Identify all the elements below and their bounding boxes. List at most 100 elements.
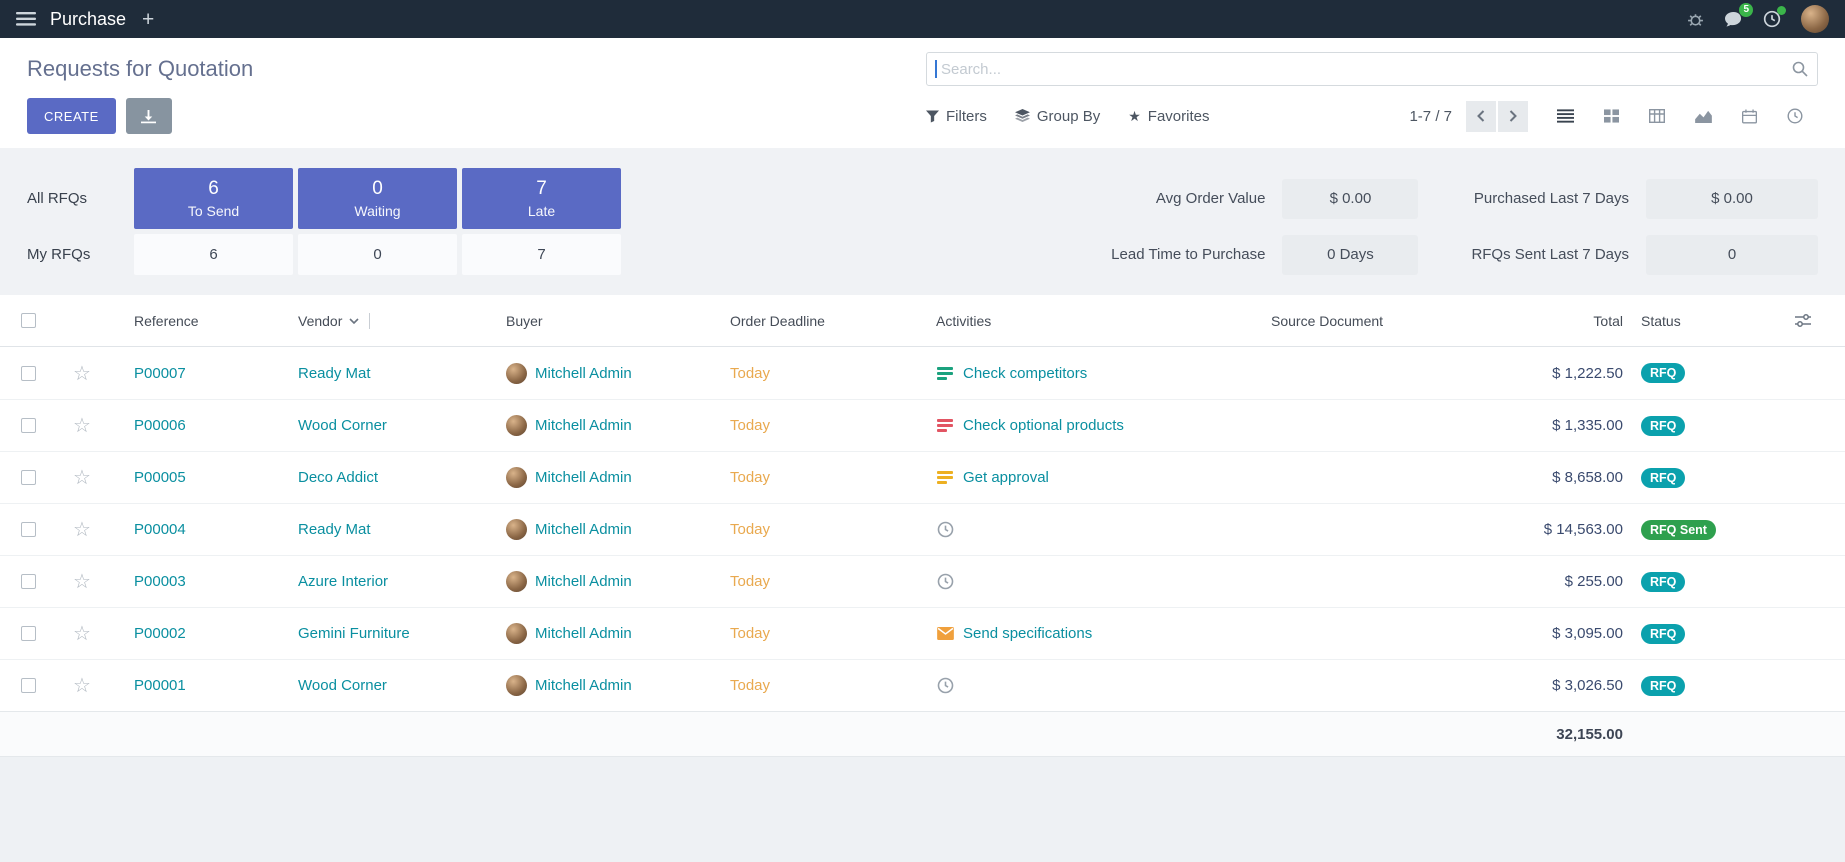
rfq-reference-link[interactable]: P00007	[134, 365, 186, 382]
pager-previous-button[interactable]	[1466, 101, 1496, 132]
export-button[interactable]	[126, 98, 172, 134]
activity-summary[interactable]: Check competitors	[963, 365, 1087, 382]
column-resize-handle[interactable]	[369, 313, 370, 329]
activity-summary[interactable]: Check optional products	[963, 417, 1124, 434]
column-header-reference[interactable]: Reference	[108, 313, 258, 329]
rfq-reference-link[interactable]: P00003	[134, 573, 186, 590]
column-header-source-document[interactable]: Source Document	[1263, 313, 1513, 329]
activity-type-icon[interactable]	[936, 419, 954, 432]
column-header-vendor[interactable]: Vendor	[258, 313, 468, 329]
activity-view-icon[interactable]	[1772, 100, 1818, 132]
pivot-view-icon[interactable]	[1634, 100, 1680, 132]
buyer-link[interactable]: Mitchell Admin	[535, 417, 632, 434]
graph-view-icon[interactable]	[1680, 100, 1726, 132]
buyer-link[interactable]: Mitchell Admin	[535, 573, 632, 590]
buyer-link[interactable]: Mitchell Admin	[535, 625, 632, 642]
buyer-link[interactable]: Mitchell Admin	[535, 469, 632, 486]
favorite-star-icon[interactable]: ☆	[73, 361, 91, 386]
favorite-star-icon[interactable]: ☆	[73, 569, 91, 594]
column-header-activities[interactable]: Activities	[903, 313, 1263, 329]
rfq-reference-link[interactable]: P00006	[134, 417, 186, 434]
optional-columns-icon[interactable]	[1753, 314, 1845, 327]
list-view-icon[interactable]	[1542, 100, 1588, 132]
row-checkbox[interactable]	[21, 522, 36, 537]
kpi-late-count: 7	[536, 178, 547, 200]
pager-next-button[interactable]	[1498, 101, 1528, 132]
rfq-reference-link[interactable]: P00004	[134, 521, 186, 538]
rfq-row[interactable]: ☆ P00003 Azure Interior Mitchell Admin T…	[0, 555, 1845, 607]
vendor-link[interactable]: Deco Addict	[298, 469, 378, 486]
pager: 1-7 / 7	[1409, 101, 1528, 132]
buyer-link[interactable]: Mitchell Admin	[535, 677, 632, 694]
select-all-checkbox[interactable]	[21, 313, 36, 328]
kanban-view-icon[interactable]	[1588, 100, 1634, 132]
row-checkbox[interactable]	[21, 470, 36, 485]
favorite-star-icon[interactable]: ☆	[73, 465, 91, 490]
vendor-link[interactable]: Wood Corner	[298, 417, 387, 434]
favorite-star-icon[interactable]: ☆	[73, 621, 91, 646]
calendar-view-icon[interactable]	[1726, 100, 1772, 132]
column-header-buyer[interactable]: Buyer	[468, 313, 698, 329]
buyer-link[interactable]: Mitchell Admin	[535, 521, 632, 538]
buyer-link[interactable]: Mitchell Admin	[535, 365, 632, 382]
kpi-to-send[interactable]: 6 To Send	[134, 168, 293, 229]
rfq-reference-link[interactable]: P00001	[134, 677, 186, 694]
rfq-row[interactable]: ☆ P00001 Wood Corner Mitchell Admin Toda…	[0, 659, 1845, 711]
my-to-send[interactable]: 6	[134, 234, 293, 275]
activity-type-icon[interactable]	[936, 521, 954, 538]
activity-type-icon[interactable]	[936, 471, 954, 484]
vendor-link[interactable]: Gemini Furniture	[298, 625, 410, 642]
app-name[interactable]: Purchase	[50, 9, 126, 30]
row-checkbox[interactable]	[21, 626, 36, 641]
activity-summary[interactable]: Send specifications	[963, 625, 1092, 642]
column-header-order-deadline[interactable]: Order Deadline	[698, 313, 903, 329]
magnifier-icon[interactable]	[1792, 61, 1808, 77]
order-deadline-value: Today	[730, 573, 770, 590]
user-avatar[interactable]	[1801, 5, 1829, 33]
create-button[interactable]: CREATE	[27, 98, 116, 134]
filters-button[interactable]: Filters	[926, 108, 987, 125]
bug-icon[interactable]	[1687, 11, 1704, 28]
rfq-row[interactable]: ☆ P00002 Gemini Furniture Mitchell Admin…	[0, 607, 1845, 659]
apps-menu-icon[interactable]	[16, 12, 36, 26]
vendor-link[interactable]: Wood Corner	[298, 677, 387, 694]
rfq-reference-link[interactable]: P00002	[134, 625, 186, 642]
activity-summary[interactable]: Get approval	[963, 469, 1049, 486]
vendor-link[interactable]: Ready Mat	[298, 365, 371, 382]
favorite-star-icon[interactable]: ☆	[73, 673, 91, 698]
my-late[interactable]: 7	[462, 234, 621, 275]
rfq-row[interactable]: ☆ P00006 Wood Corner Mitchell Admin Toda…	[0, 399, 1845, 451]
group-by-button[interactable]: Group By	[1015, 108, 1100, 125]
activity-type-icon[interactable]	[936, 627, 954, 640]
activity-type-icon[interactable]	[936, 573, 954, 590]
column-header-total[interactable]: Total	[1513, 313, 1623, 329]
my-waiting[interactable]: 0	[298, 234, 457, 275]
activity-type-icon[interactable]	[936, 677, 954, 694]
favorites-button[interactable]: ★ Favorites	[1128, 108, 1209, 125]
total-amount: $ 3,026.50	[1552, 677, 1623, 694]
vendor-link[interactable]: Ready Mat	[298, 521, 371, 538]
favorite-star-icon[interactable]: ☆	[73, 517, 91, 542]
dashboard-stats: Avg Order Value $ 0.00 Purchased Last 7 …	[1111, 168, 1818, 275]
activity-type-icon[interactable]	[936, 367, 954, 380]
activity-list-icon	[937, 471, 953, 484]
favorite-star-icon[interactable]: ☆	[73, 413, 91, 438]
rfq-row[interactable]: ☆ P00004 Ready Mat Mitchell Admin Today …	[0, 503, 1845, 555]
row-checkbox[interactable]	[21, 678, 36, 693]
column-header-status[interactable]: Status	[1623, 313, 1753, 329]
row-checkbox[interactable]	[21, 366, 36, 381]
plus-icon[interactable]: +	[142, 9, 154, 30]
rfq-row[interactable]: ☆ P00007 Ready Mat Mitchell Admin Today …	[0, 347, 1845, 399]
row-checkbox[interactable]	[21, 574, 36, 589]
kpi-to-send-count: 6	[208, 178, 219, 200]
text-caret	[935, 60, 937, 78]
activities-clock-icon[interactable]	[1763, 10, 1781, 28]
row-checkbox[interactable]	[21, 418, 36, 433]
vendor-link[interactable]: Azure Interior	[298, 573, 388, 590]
messages-icon[interactable]: 5	[1724, 11, 1743, 28]
kpi-late[interactable]: 7 Late	[462, 168, 621, 229]
kpi-waiting[interactable]: 0 Waiting	[298, 168, 457, 229]
rfq-reference-link[interactable]: P00005	[134, 469, 186, 486]
rfq-row[interactable]: ☆ P00005 Deco Addict Mitchell Admin Toda…	[0, 451, 1845, 503]
search-input[interactable]	[926, 52, 1818, 86]
